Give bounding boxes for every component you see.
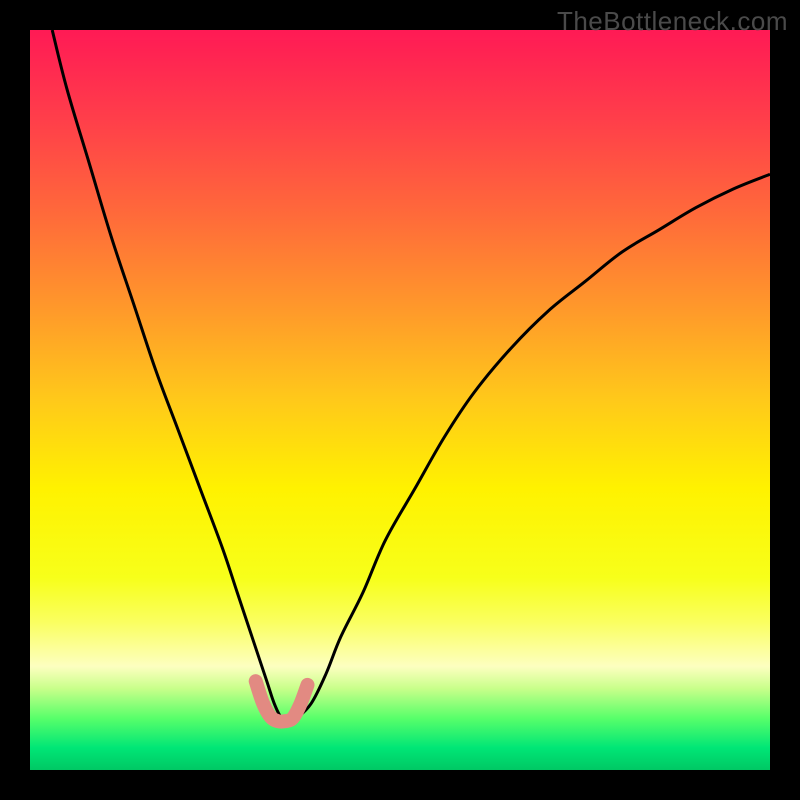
- plot-area: [30, 30, 770, 770]
- chart-frame: TheBottleneck.com: [0, 0, 800, 800]
- bottleneck-chart: [30, 30, 770, 770]
- chart-background: [30, 30, 770, 770]
- watermark-text: TheBottleneck.com: [557, 6, 788, 37]
